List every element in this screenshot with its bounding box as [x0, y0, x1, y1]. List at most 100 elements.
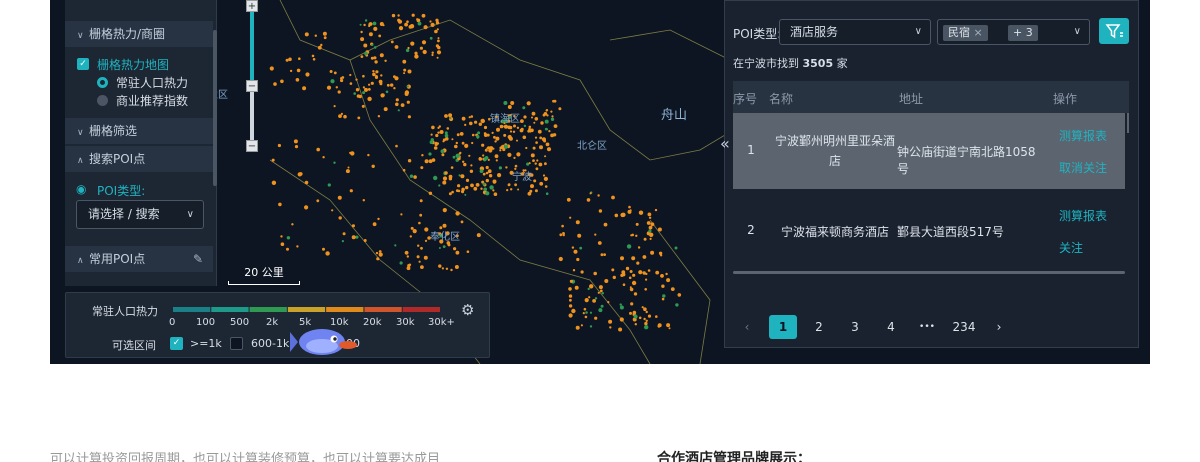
poi-dot	[593, 271, 597, 276]
report-link[interactable]: 测算报表	[1059, 127, 1107, 144]
poi-dot	[394, 76, 399, 81]
unfollow-link[interactable]: 取消关注	[1059, 159, 1107, 176]
poi-dot	[621, 212, 626, 217]
poi-dot	[621, 270, 626, 275]
poi-dot	[421, 154, 424, 157]
page-button[interactable]: 1	[769, 315, 797, 339]
scale-label: 20 公里	[244, 266, 284, 279]
grid-map-checkbox[interactable]: ✓	[77, 58, 89, 70]
poi-dot	[532, 159, 535, 163]
section-grid-heat[interactable]: ∨ 栅格热力/商圈	[65, 21, 213, 47]
poi-type-label: POI类型:	[733, 27, 782, 41]
poi-dot	[562, 232, 565, 235]
row-index: 2	[747, 223, 755, 237]
poi-dot	[582, 312, 585, 315]
report-link[interactable]: 测算报表	[1059, 207, 1107, 224]
poi-dot	[489, 185, 494, 190]
poi-dot	[464, 143, 469, 148]
poi-dot	[469, 121, 473, 126]
fish-mascot-icon[interactable]	[290, 322, 360, 362]
scale-bar: 20 公里	[228, 264, 300, 285]
poi-dot	[601, 292, 604, 295]
poi-dot	[419, 213, 423, 217]
follow-link[interactable]: 关注	[1059, 239, 1083, 256]
poi-dot	[400, 103, 405, 107]
poi-dot	[435, 21, 440, 25]
poi-subtype-select[interactable]: 民宿 × + 3 ∨	[937, 19, 1090, 45]
table-row[interactable]: 1 宁波鄞州明州里亚朵酒店 钟公庙街道宁南北路1058号 测算报表 取消关注	[733, 113, 1125, 189]
zoom-in-button[interactable]: +	[246, 0, 258, 12]
poi-dot	[438, 264, 442, 268]
range-checkbox-600[interactable]	[230, 337, 243, 350]
table-v-scrollbar[interactable]	[1127, 113, 1129, 133]
poi-dot	[677, 293, 682, 297]
radio-business-index[interactable]	[97, 95, 108, 106]
poi-dot	[351, 224, 355, 228]
zoom-handle[interactable]: −	[246, 80, 258, 92]
poi-dot	[448, 192, 452, 196]
poi-dot	[362, 91, 366, 95]
range-checkbox-1k[interactable]: ✓	[170, 337, 183, 350]
section-grid-filter[interactable]: ∨ 栅格筛选	[65, 118, 213, 144]
zoom-slider[interactable]: + − −	[246, 0, 258, 152]
page-button[interactable]: 234	[949, 315, 979, 339]
gear-icon[interactable]: ⚙	[461, 301, 474, 319]
collapse-panel-icon[interactable]: «	[720, 134, 730, 153]
legend-tick: 30k	[396, 317, 415, 328]
close-icon[interactable]: ×	[974, 26, 983, 39]
table-row[interactable]: 2 宁波福来顿商务酒店 鄞县大道西段517号 测算报表 关注	[733, 189, 1125, 269]
row-name: 宁波鄞州明州里亚朵酒店	[774, 134, 895, 168]
poi-dot	[410, 41, 415, 46]
page-button[interactable]: 4	[877, 315, 905, 339]
poi-dot	[436, 28, 439, 31]
poi-dot	[498, 166, 502, 170]
poi-dot	[482, 172, 486, 176]
poi-dot	[520, 119, 524, 123]
section-search-poi[interactable]: ∧ 搜索POI点	[65, 146, 213, 172]
poi-type-select[interactable]: 酒店服务 ∨	[779, 19, 931, 45]
page-button[interactable]: 2	[805, 315, 833, 339]
poi-dot	[569, 298, 572, 302]
tag-more[interactable]: + 3	[1008, 25, 1038, 41]
poi-dot	[417, 21, 422, 26]
poi-dot	[674, 246, 678, 250]
poi-dot	[402, 59, 407, 64]
filter-button[interactable]	[1099, 18, 1129, 44]
tag-minsu[interactable]: 民宿 ×	[943, 25, 988, 41]
poi-dot	[349, 73, 352, 77]
panel-scrollbar[interactable]	[213, 30, 217, 186]
page: 上虞区 镇海区 北仑区 宁波 奉化区 舟山 + − − 20 公里 ∨栅格热力/…	[0, 0, 1200, 462]
poi-dot	[516, 152, 521, 157]
poi-type-select[interactable]: 请选择 / 搜索 ∨	[76, 200, 204, 229]
poi-dot	[530, 184, 534, 189]
legend-swatch	[287, 307, 326, 312]
poi-dot	[561, 224, 564, 228]
section-common-poi[interactable]: ∧ 常用POI点 ✎	[65, 246, 213, 272]
poi-dot	[453, 247, 457, 251]
page-button[interactable]: 3	[841, 315, 869, 339]
eye-icon[interactable]: ◉	[76, 182, 86, 196]
map-label-zhoushan: 舟山	[661, 108, 688, 123]
poi-dot	[584, 315, 588, 319]
table-h-scrollbar[interactable]	[733, 271, 1125, 274]
poi-dot	[333, 161, 336, 164]
next-page-button[interactable]: ›	[985, 315, 1013, 339]
poi-dot	[416, 255, 420, 259]
poi-dot	[378, 252, 383, 257]
poi-type-select-placeholder: 请选择 / 搜索	[88, 207, 160, 221]
page-ellipsis[interactable]: •••	[913, 315, 941, 339]
poi-dot	[483, 125, 488, 130]
zoom-out-button[interactable]: −	[246, 140, 258, 152]
poi-dot	[643, 237, 647, 241]
poi-dot	[368, 32, 373, 37]
poi-dot	[406, 85, 409, 88]
poi-dot	[343, 114, 347, 119]
poi-dot	[469, 169, 474, 173]
edit-icon[interactable]: ✎	[193, 246, 203, 272]
map-view[interactable]: 上虞区 镇海区 北仑区 宁波 奉化区 舟山 + − − 20 公里 ∨栅格热力/…	[50, 0, 1150, 364]
radio-resident-heat[interactable]	[97, 77, 108, 88]
poi-dot	[278, 202, 282, 207]
prev-page-button[interactable]: ‹	[733, 315, 761, 339]
poi-dot	[534, 117, 539, 121]
poi-dot	[539, 145, 543, 150]
